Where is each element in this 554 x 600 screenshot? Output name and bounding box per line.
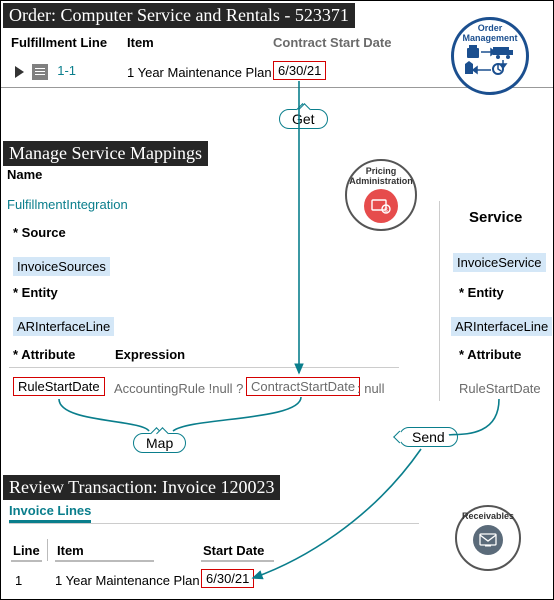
name-label: Name	[7, 167, 42, 182]
tab-underline-ext	[9, 523, 419, 524]
pricing-admin-icon: $	[364, 189, 398, 223]
pricing-admin-label: Pricing Administration	[347, 167, 415, 187]
attribute-label-left: Attribute	[13, 347, 75, 362]
pricing-admin-badge: Pricing Administration $	[345, 159, 417, 231]
order-date-value: 6/30/21	[273, 61, 326, 80]
callout-map: Map	[133, 433, 186, 453]
col-item: Item	[55, 543, 154, 562]
entity-label-right: Entity	[459, 285, 504, 300]
expand-icon[interactable]	[15, 66, 24, 78]
expr-right-text: : null	[357, 381, 384, 396]
order-management-label: Order Management	[454, 24, 526, 44]
list-icon[interactable]	[32, 64, 48, 80]
order-item-value: 1 Year Maintenance Plan	[127, 65, 272, 80]
col-sep-1	[47, 539, 48, 561]
attribute-value-right: RuleStartDate	[459, 381, 541, 396]
contract-start-date-expr: ContractStartDate	[246, 377, 360, 396]
service-heading: Service	[469, 209, 522, 226]
header-contract-start-date: Contract Start Date	[273, 35, 391, 50]
source-value[interactable]: InvoiceSources	[13, 257, 110, 276]
order-line-link[interactable]: 1-1	[57, 63, 76, 78]
mapping-title: Manage Service Mappings	[3, 141, 208, 166]
callout-get: Get	[279, 109, 328, 129]
receivables-badge: Receivables	[455, 505, 521, 571]
entity-label-left: Entity	[13, 285, 58, 300]
expression-label: Expression	[115, 347, 185, 362]
entity-value-right[interactable]: ARInterfaceLine	[451, 317, 552, 336]
receivables-label: Receivables	[462, 512, 514, 522]
rule-start-date-attr: RuleStartDate	[13, 377, 105, 396]
attribute-label-right: Attribute	[459, 347, 521, 362]
order-title: Order: Computer Service and Rentals - 52…	[3, 3, 355, 28]
expr-divider	[9, 367, 399, 368]
invoice-date: 6/30/21	[201, 569, 254, 588]
callout-send: Send	[399, 427, 458, 447]
invoice-line-num: 1	[15, 573, 22, 588]
name-value-link[interactable]: FulfillmentIntegration	[7, 197, 128, 212]
header-fulfillment-line: Fulfillment Line	[11, 35, 107, 50]
header-item: Item	[127, 35, 154, 50]
entity-value-left[interactable]: ARInterfaceLine	[13, 317, 114, 336]
col-line: Line	[11, 543, 42, 562]
vertical-divider	[439, 201, 440, 401]
service-value[interactable]: InvoiceService	[453, 253, 546, 272]
invoice-title: Review Transaction: Invoice 120023	[3, 475, 280, 500]
invoice-item: 1 Year Maintenance Plan	[55, 573, 200, 588]
col-start-date: Start Date	[201, 543, 274, 562]
expr-left-text: AccountingRule !null ?	[114, 381, 243, 396]
receivables-icon	[473, 525, 503, 555]
order-management-icon	[463, 44, 517, 80]
source-label: Source	[13, 225, 66, 240]
order-management-badge: Order Management	[451, 17, 529, 95]
tab-invoice-lines[interactable]: Invoice Lines	[9, 503, 91, 523]
